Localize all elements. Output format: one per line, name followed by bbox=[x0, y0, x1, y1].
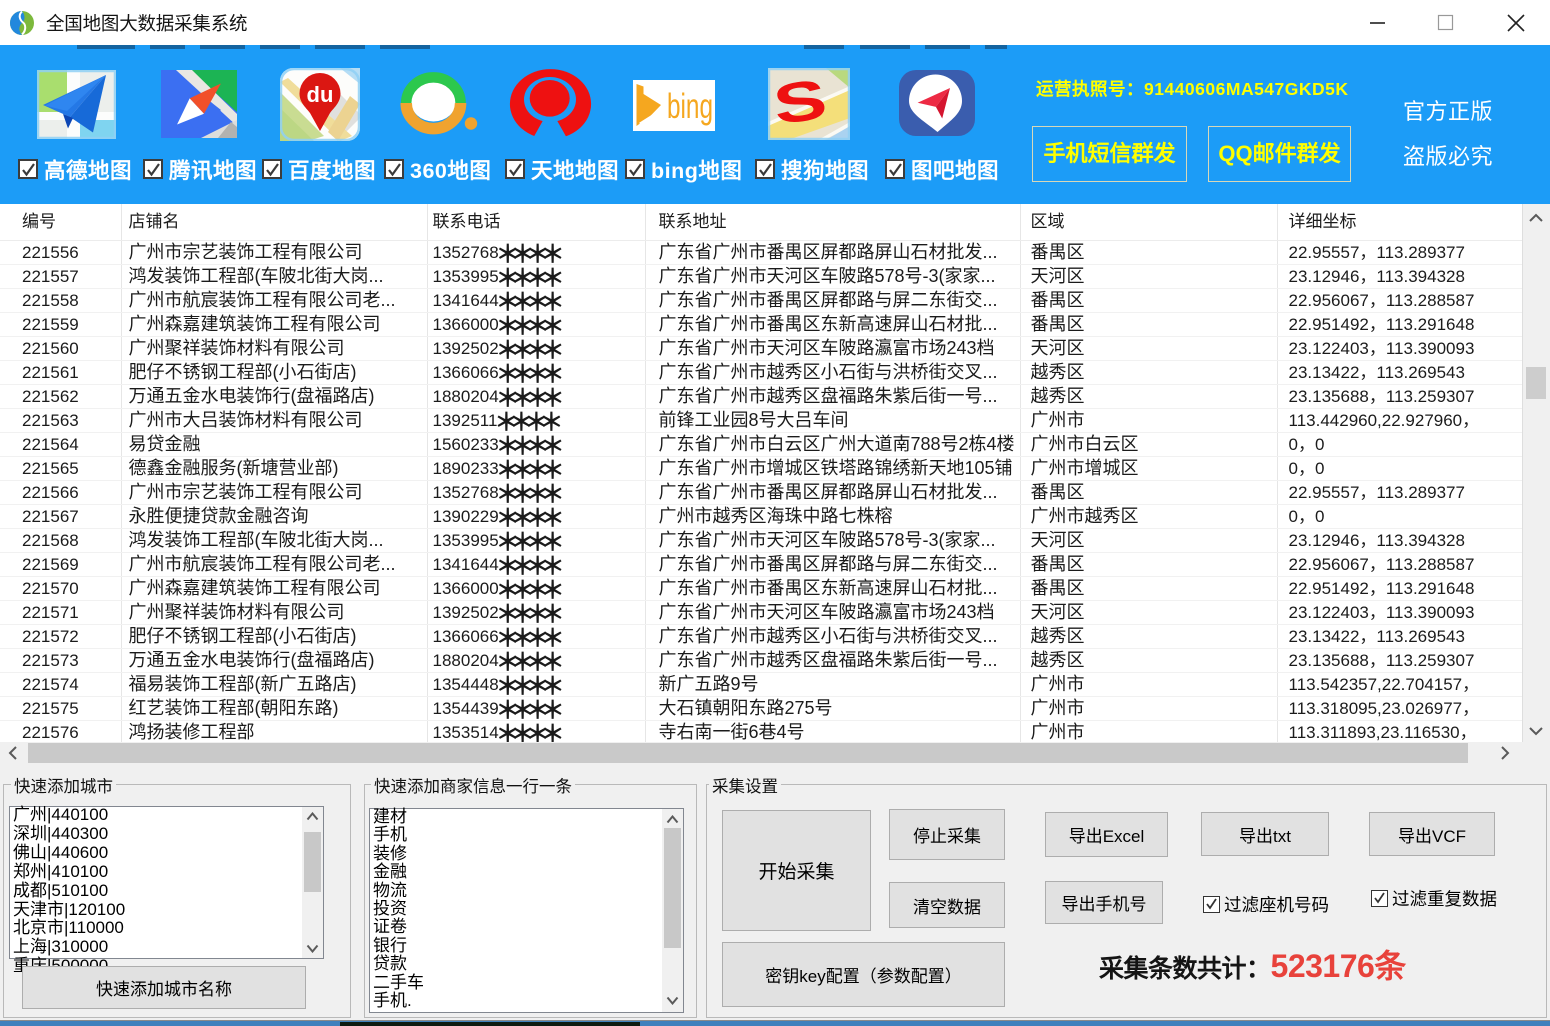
svg-text:bing: bing bbox=[667, 87, 713, 126]
svg-text:du: du bbox=[307, 82, 334, 107]
svg-text:S: S bbox=[770, 68, 831, 137]
